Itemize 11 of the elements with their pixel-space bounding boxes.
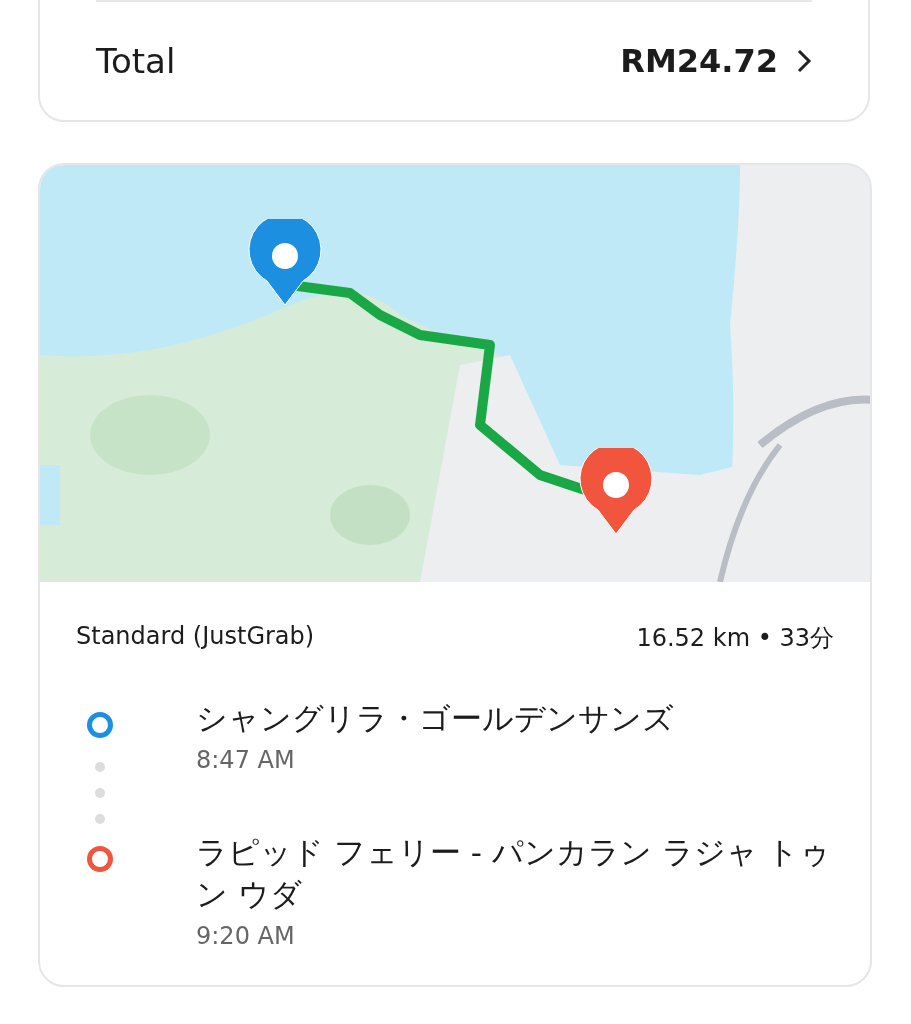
stop-name: シャングリラ・ゴールデンサンズ — [196, 699, 675, 738]
stop-time: 9:20 AM — [196, 921, 296, 950]
service-type: Standard (JustGrab) — [76, 622, 315, 652]
trip-distance-duration: 16.52 km • 33分 — [636, 623, 834, 654]
stop-time: 8:47 AM — [196, 745, 296, 774]
chevron-right-icon[interactable] — [796, 48, 812, 74]
total-amount: RM24.72 — [620, 42, 778, 80]
map-pin-icon — [247, 219, 323, 307]
map-pin-icon — [578, 448, 654, 536]
stop-name: ラピッド フェリー - パンカラン ラジャ トゥン ウダ — [196, 833, 833, 914]
total-label: Total — [96, 41, 176, 81]
